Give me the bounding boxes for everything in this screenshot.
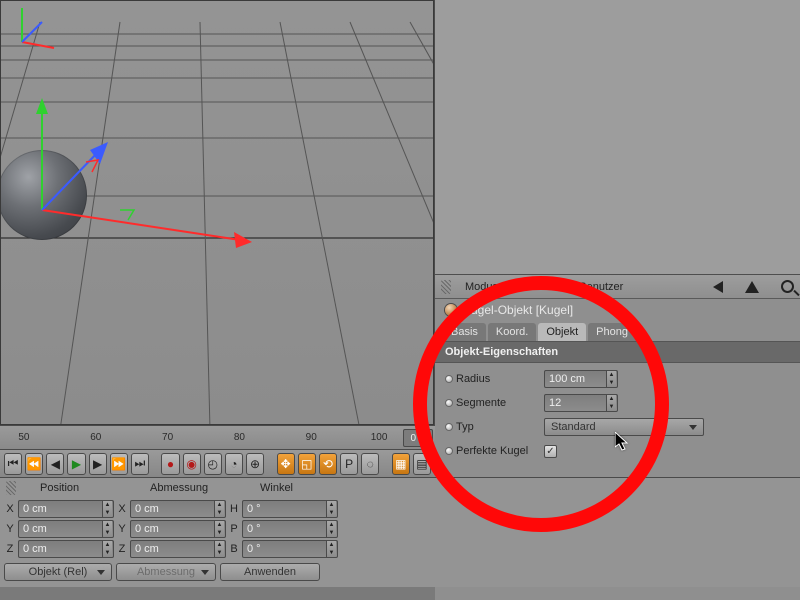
- hdr-abmessung: Abmessung: [132, 482, 242, 494]
- goto-end-button[interactable]: ⏭: [131, 453, 149, 475]
- anwenden-button[interactable]: Anwenden: [220, 563, 320, 581]
- axis-z: Z: [4, 543, 16, 555]
- tick-60: 60: [90, 432, 101, 443]
- bullet-icon: [445, 375, 453, 383]
- p-tool-button[interactable]: P: [340, 453, 358, 475]
- object-title-row: Kugel-Objekt [Kugel]: [435, 299, 800, 321]
- size-z-field[interactable]: 0 cm▲▼: [130, 540, 226, 558]
- timeline-ruler[interactable]: 50 60 70 80 90 100 0 B: [0, 425, 435, 449]
- misc-tool-button[interactable]: ◌: [361, 453, 379, 475]
- coord-row-x: X 0 cm▲▼ X 0 cm▲▼ H 0 °▲▼: [4, 500, 796, 518]
- object-title: Kugel-Objekt [Kugel]: [463, 303, 573, 317]
- tick-100: 100: [371, 432, 388, 443]
- axis-y: Y: [4, 523, 16, 535]
- step-fwd-button[interactable]: ▶: [89, 453, 107, 475]
- key-opts-button[interactable]: ◴: [204, 453, 222, 475]
- tab-koord[interactable]: Koord.: [488, 323, 536, 341]
- tab-objekt[interactable]: Objekt: [538, 323, 586, 341]
- axis-b: B: [228, 543, 240, 555]
- viewport-3d[interactable]: [0, 0, 435, 425]
- section-objekt-eigenschaften: Objekt-Eigenschaften: [435, 341, 800, 363]
- abmessung-dropdown[interactable]: Abmessung: [116, 563, 216, 581]
- menu-benutzer[interactable]: Benutzer: [579, 281, 623, 293]
- prev-key-button[interactable]: ⏪: [25, 453, 43, 475]
- search-icon[interactable]: [781, 280, 794, 293]
- rotate-tool-button[interactable]: ⟲: [319, 453, 337, 475]
- attribute-manager-header: Modus Bearbeiten Benutzer: [435, 275, 800, 299]
- rot-p-field[interactable]: 0 °▲▼: [242, 520, 338, 538]
- prop-radius-label: Radius: [456, 373, 544, 385]
- size-x-field[interactable]: 0 cm▲▼: [130, 500, 226, 518]
- property-list: Radius 100 cm ▲▼ Segmente 12 ▲▼ Typ Stan…: [435, 363, 800, 471]
- attribute-tabs: Basis Koord. Objekt Phong: [435, 321, 800, 341]
- tick-50: 50: [18, 432, 29, 443]
- goto-start-button[interactable]: ⏮: [4, 453, 22, 475]
- tick-70: 70: [162, 432, 173, 443]
- axis-h: H: [228, 503, 240, 515]
- prop-perfekte-checkbox[interactable]: ✓: [544, 445, 557, 458]
- pos-x-field[interactable]: 0 cm▲▼: [18, 500, 114, 518]
- play-button[interactable]: ▶: [67, 453, 85, 475]
- rot-b-field[interactable]: 0 °▲▼: [242, 540, 338, 558]
- prop-radius: Radius 100 cm ▲▼: [445, 369, 790, 389]
- coord-row-z: Z 0 cm▲▼ Z 0 cm▲▼ B 0 °▲▼: [4, 540, 796, 558]
- size-y-field[interactable]: 0 cm▲▼: [130, 520, 226, 538]
- nav-up-icon[interactable]: [745, 281, 759, 293]
- move-tool-button[interactable]: ✥: [277, 453, 295, 475]
- sphere-object[interactable]: [0, 150, 87, 240]
- axis-z2: Z: [116, 543, 128, 555]
- prop-typ-dropdown[interactable]: Standard: [544, 418, 704, 436]
- playback-toolbar: ⏮ ⏪ ◀ ▶ ▶ ⏩ ⏭ ● ◉ ◴ ◔ ⊕ ✥ ◱ ⟲ P ◌ ▦ ▤: [0, 449, 435, 477]
- axis-x2: X: [116, 503, 128, 515]
- coord-row-y: Y 0 cm▲▼ Y 0 cm▲▼ P 0 °▲▼: [4, 520, 796, 538]
- scale-tool-button[interactable]: ◱: [298, 453, 316, 475]
- step-back-button[interactable]: ◀: [46, 453, 64, 475]
- axis-x: X: [4, 503, 16, 515]
- key-all-button[interactable]: ⊕: [246, 453, 264, 475]
- pos-z-field[interactable]: 0 cm▲▼: [18, 540, 114, 558]
- key-sel-button[interactable]: ◔: [225, 453, 243, 475]
- axis-y2: Y: [116, 523, 128, 535]
- bullet-icon: [445, 423, 453, 431]
- sphere-icon: [445, 304, 457, 316]
- prop-segmente: Segmente 12 ▲▼: [445, 393, 790, 413]
- rot-h-field[interactable]: 0 °▲▼: [242, 500, 338, 518]
- bullet-icon: [445, 447, 453, 455]
- bullet-icon: [445, 399, 453, 407]
- tab-phong[interactable]: Phong: [588, 323, 636, 341]
- prop-segmente-field[interactable]: 12 ▲▼: [544, 394, 618, 412]
- autokey-button[interactable]: ◉: [183, 453, 201, 475]
- coordinate-manager: Position Abmessung Winkel X 0 cm▲▼ X 0 c…: [0, 477, 800, 587]
- layout-button[interactable]: ▤: [413, 453, 431, 475]
- objekt-rel-dropdown[interactable]: Objekt (Rel): [4, 563, 112, 581]
- prop-typ: Typ Standard: [445, 417, 790, 437]
- pos-y-field[interactable]: 0 cm▲▼: [18, 520, 114, 538]
- nav-back-icon[interactable]: [713, 281, 723, 293]
- prop-perfekte-label: Perfekte Kugel: [456, 445, 544, 457]
- prop-perfekte-kugel: Perfekte Kugel ✓: [445, 441, 790, 461]
- hdr-winkel: Winkel: [242, 482, 352, 494]
- layout-orange-button[interactable]: ▦: [392, 453, 410, 475]
- prop-segmente-label: Segmente: [456, 397, 544, 409]
- grip-icon[interactable]: [6, 481, 16, 495]
- grip-icon[interactable]: [441, 280, 451, 294]
- record-button[interactable]: ●: [161, 453, 179, 475]
- hdr-position: Position: [22, 482, 132, 494]
- prop-typ-label: Typ: [456, 421, 544, 433]
- prop-radius-field[interactable]: 100 cm ▲▼: [544, 370, 618, 388]
- tick-90: 90: [306, 432, 317, 443]
- next-key-button[interactable]: ⏩: [110, 453, 128, 475]
- timeline-frame-field[interactable]: 0 B: [403, 429, 433, 447]
- tab-basis[interactable]: Basis: [443, 323, 486, 341]
- menu-bearbeiten[interactable]: Bearbeiten: [512, 281, 565, 293]
- object-manager-empty: [435, 0, 800, 275]
- axis-p: P: [228, 523, 240, 535]
- tick-80: 80: [234, 432, 245, 443]
- menu-modus[interactable]: Modus: [465, 281, 498, 293]
